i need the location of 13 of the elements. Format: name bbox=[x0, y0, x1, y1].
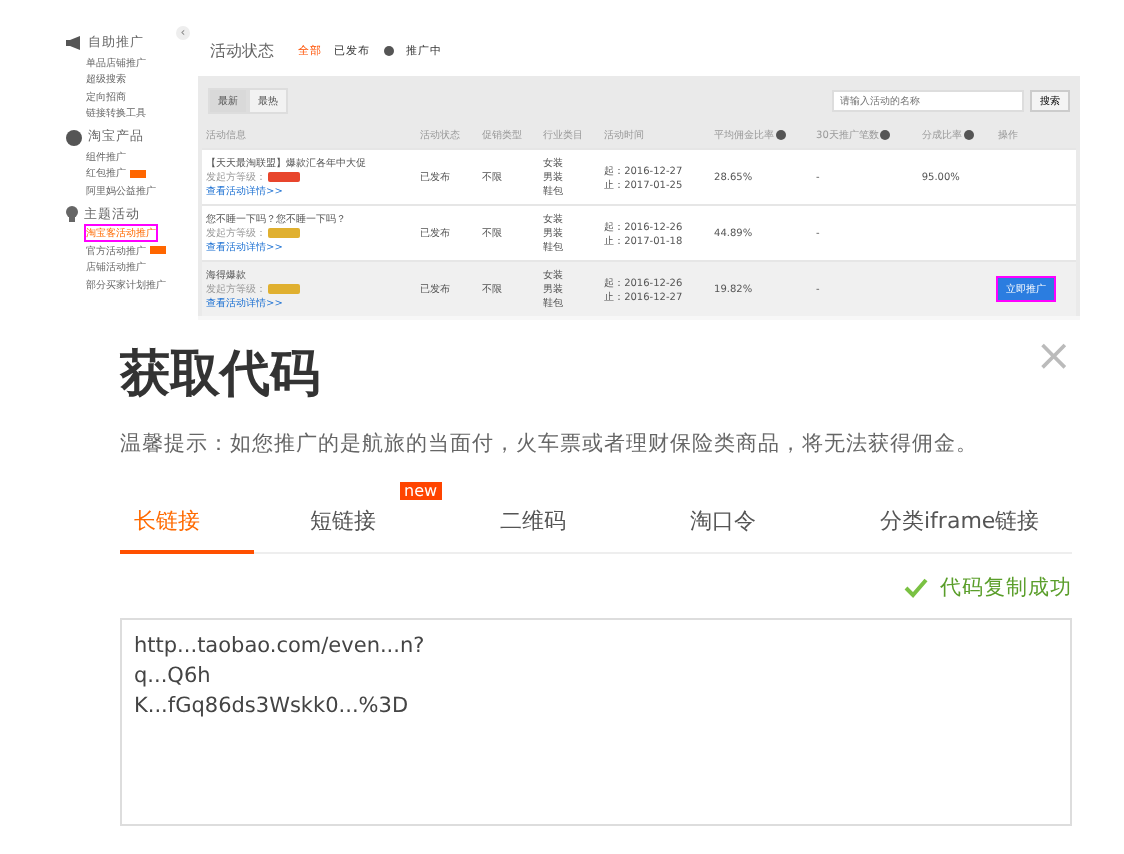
success-message: 代码复制成功 bbox=[940, 574, 1072, 602]
check-icon bbox=[904, 578, 928, 598]
code-field[interactable]: http...taobao.com/even...n? q...Q6h K...fGq86ds3Wskk0...%3D bbox=[120, 618, 1072, 826]
filter-label: 活动状态 bbox=[210, 39, 274, 61]
new-badge: new bbox=[400, 482, 442, 500]
megaphone-icon bbox=[66, 36, 82, 50]
bulb-icon bbox=[66, 206, 78, 222]
tab[interactable]: 分类iframe链接 bbox=[880, 506, 1040, 550]
tab[interactable]: 短链接 bbox=[310, 506, 376, 550]
tab[interactable]: 二维码 bbox=[500, 506, 566, 550]
tab[interactable]: 淘口令 bbox=[690, 506, 756, 550]
hint-text: 温馨提示：如您推广的是航旅的当面付，火车票或者理财保险类商品，将无法获得佣金。 bbox=[120, 430, 980, 458]
dialog-title: 获取代码 bbox=[120, 342, 320, 406]
